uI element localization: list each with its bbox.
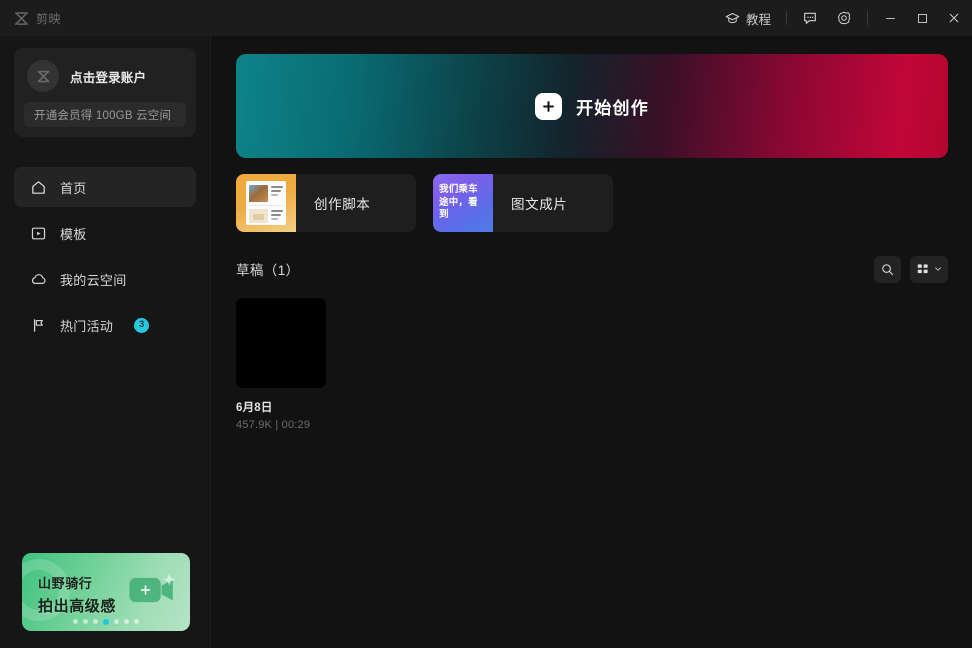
- quick-action-row: 创作脚本 我们乘车途中，看到 图文成片: [236, 174, 948, 232]
- drafts-section-header: 草稿（1）: [236, 254, 948, 284]
- view-mode-button[interactable]: [910, 255, 948, 283]
- account-card[interactable]: 点击登录账户 开通会员得 100GB 云空间: [14, 48, 196, 137]
- draft-item[interactable]: 6月8日 457.9K | 00:29: [236, 298, 326, 431]
- carousel-dot[interactable]: [83, 619, 88, 624]
- document-preview-bottom: [249, 205, 283, 223]
- settings-button[interactable]: [827, 0, 861, 36]
- promo-carousel-dots[interactable]: [22, 619, 190, 625]
- minimize-button[interactable]: [874, 0, 906, 36]
- draft-thumbnail[interactable]: [236, 298, 326, 388]
- avatar: [27, 60, 59, 92]
- cloud-icon: [30, 271, 47, 288]
- start-creating-banner[interactable]: 开始创作: [236, 54, 948, 158]
- title-bar-controls: 教程: [211, 0, 972, 36]
- camera-icon: [129, 573, 176, 603]
- maximize-button[interactable]: [906, 0, 938, 36]
- sidebar-item-label: 热门活动: [60, 318, 114, 334]
- account-name: 点击登录账户: [70, 70, 147, 85]
- document-text-lines: [271, 185, 283, 202]
- promo-line-2: 拍出高级感: [38, 598, 117, 615]
- drafts-toolbar: [874, 255, 948, 283]
- sidebar-item-cloud[interactable]: 我的云空间: [14, 259, 196, 299]
- plus-icon: [535, 92, 563, 120]
- minimize-icon: [885, 17, 895, 19]
- tutorial-button[interactable]: 教程: [716, 0, 780, 36]
- chat-bubble-icon: [804, 12, 816, 24]
- jianying-logo-icon: [37, 70, 49, 82]
- document-image-block: [249, 209, 268, 223]
- search-button[interactable]: [874, 255, 901, 283]
- imagetext-thumbnail: 我们乘车途中，看到: [433, 174, 493, 232]
- app-title: 剪映: [36, 11, 62, 26]
- app-window: 剪映 教程 点击登录账户 开通会员得 100GB 云空间 首页 模板 我的云空间…: [0, 0, 972, 648]
- sidebar-item-activities[interactable]: 热门活动 3: [14, 305, 196, 345]
- maximize-icon: [917, 13, 927, 23]
- document-preview-top: [249, 185, 283, 202]
- sidebar: 点击登录账户 开通会员得 100GB 云空间 首页 模板 我的云空间 热门活动 …: [0, 36, 211, 648]
- title-bar: 剪映 教程: [0, 0, 972, 36]
- promo-text: 山野骑行 拍出高级感: [38, 573, 116, 616]
- document-preview-icon: [246, 181, 286, 225]
- carousel-dot[interactable]: [114, 619, 119, 624]
- sidebar-item-label: 我的云空间: [60, 272, 127, 288]
- gear-icon: [837, 11, 851, 25]
- tutorial-label: 教程: [745, 12, 771, 27]
- quick-card-script[interactable]: 创作脚本: [236, 174, 416, 232]
- carousel-dot[interactable]: [124, 619, 129, 624]
- titlebar-divider-2: [867, 11, 868, 25]
- grid-view-icon: [917, 264, 928, 274]
- vip-upsell-label: 开通会员得 100GB 云空间: [34, 109, 172, 122]
- promo-line-1: 山野骑行: [38, 576, 93, 591]
- sidebar-item-template[interactable]: 模板: [14, 213, 196, 253]
- document-text-lines: [271, 209, 283, 222]
- script-thumbnail: [236, 174, 296, 232]
- account-login-row[interactable]: 点击登录账户: [24, 59, 186, 92]
- sidebar-nav: 首页 模板 我的云空间 热门活动 3: [0, 167, 210, 345]
- template-icon: [30, 225, 47, 242]
- title-bar-brand: 剪映: [0, 0, 211, 36]
- search-icon: [882, 263, 894, 275]
- carousel-dot[interactable]: [73, 619, 78, 624]
- chevron-down-icon: [934, 267, 941, 271]
- close-button[interactable]: [938, 0, 970, 36]
- status-badge: 3: [134, 317, 150, 333]
- draft-meta: 457.9K | 00:29: [236, 419, 311, 431]
- close-icon: [949, 13, 959, 23]
- jianying-logo-icon: [15, 11, 28, 25]
- carousel-dot[interactable]: [134, 619, 139, 624]
- sidebar-item-label: 首页: [60, 180, 87, 196]
- quick-card-imagetext[interactable]: 我们乘车途中，看到 图文成片: [433, 174, 613, 232]
- start-creating-inner: 开始创作: [535, 92, 649, 120]
- imagetext-thumbnail-text: 我们乘车途中，看到: [439, 183, 478, 221]
- carousel-dot[interactable]: [93, 619, 98, 624]
- drafts-title: 草稿（1）: [236, 263, 300, 278]
- promo-banner-card[interactable]: 山野骑行 拍出高级感: [22, 553, 190, 631]
- quick-card-label: 图文成片: [511, 197, 568, 212]
- draft-title: 6月8日: [236, 402, 273, 414]
- quick-card-label: 创作脚本: [314, 197, 371, 212]
- vip-upsell-pill[interactable]: 开通会员得 100GB 云空间: [24, 102, 186, 127]
- start-creating-label: 开始创作: [576, 98, 649, 118]
- app-body: 点击登录账户 开通会员得 100GB 云空间 首页 模板 我的云空间 热门活动 …: [0, 36, 972, 648]
- flag-icon: [30, 317, 47, 334]
- main-content: 开始创作 创作脚本 我们乘车途中，看到 图文成片 草稿（1） 6月8日 457.…: [211, 36, 972, 648]
- carousel-dot-active[interactable]: [103, 619, 109, 625]
- drafts-grid: 6月8日 457.9K | 00:29: [236, 298, 948, 431]
- home-icon: [30, 179, 47, 196]
- feedback-button[interactable]: [793, 0, 827, 36]
- graduation-cap-icon: [725, 12, 740, 23]
- document-image-block: [249, 185, 268, 202]
- titlebar-divider-1: [786, 11, 787, 25]
- sidebar-item-label: 模板: [60, 226, 87, 242]
- sidebar-item-home[interactable]: 首页: [14, 167, 196, 207]
